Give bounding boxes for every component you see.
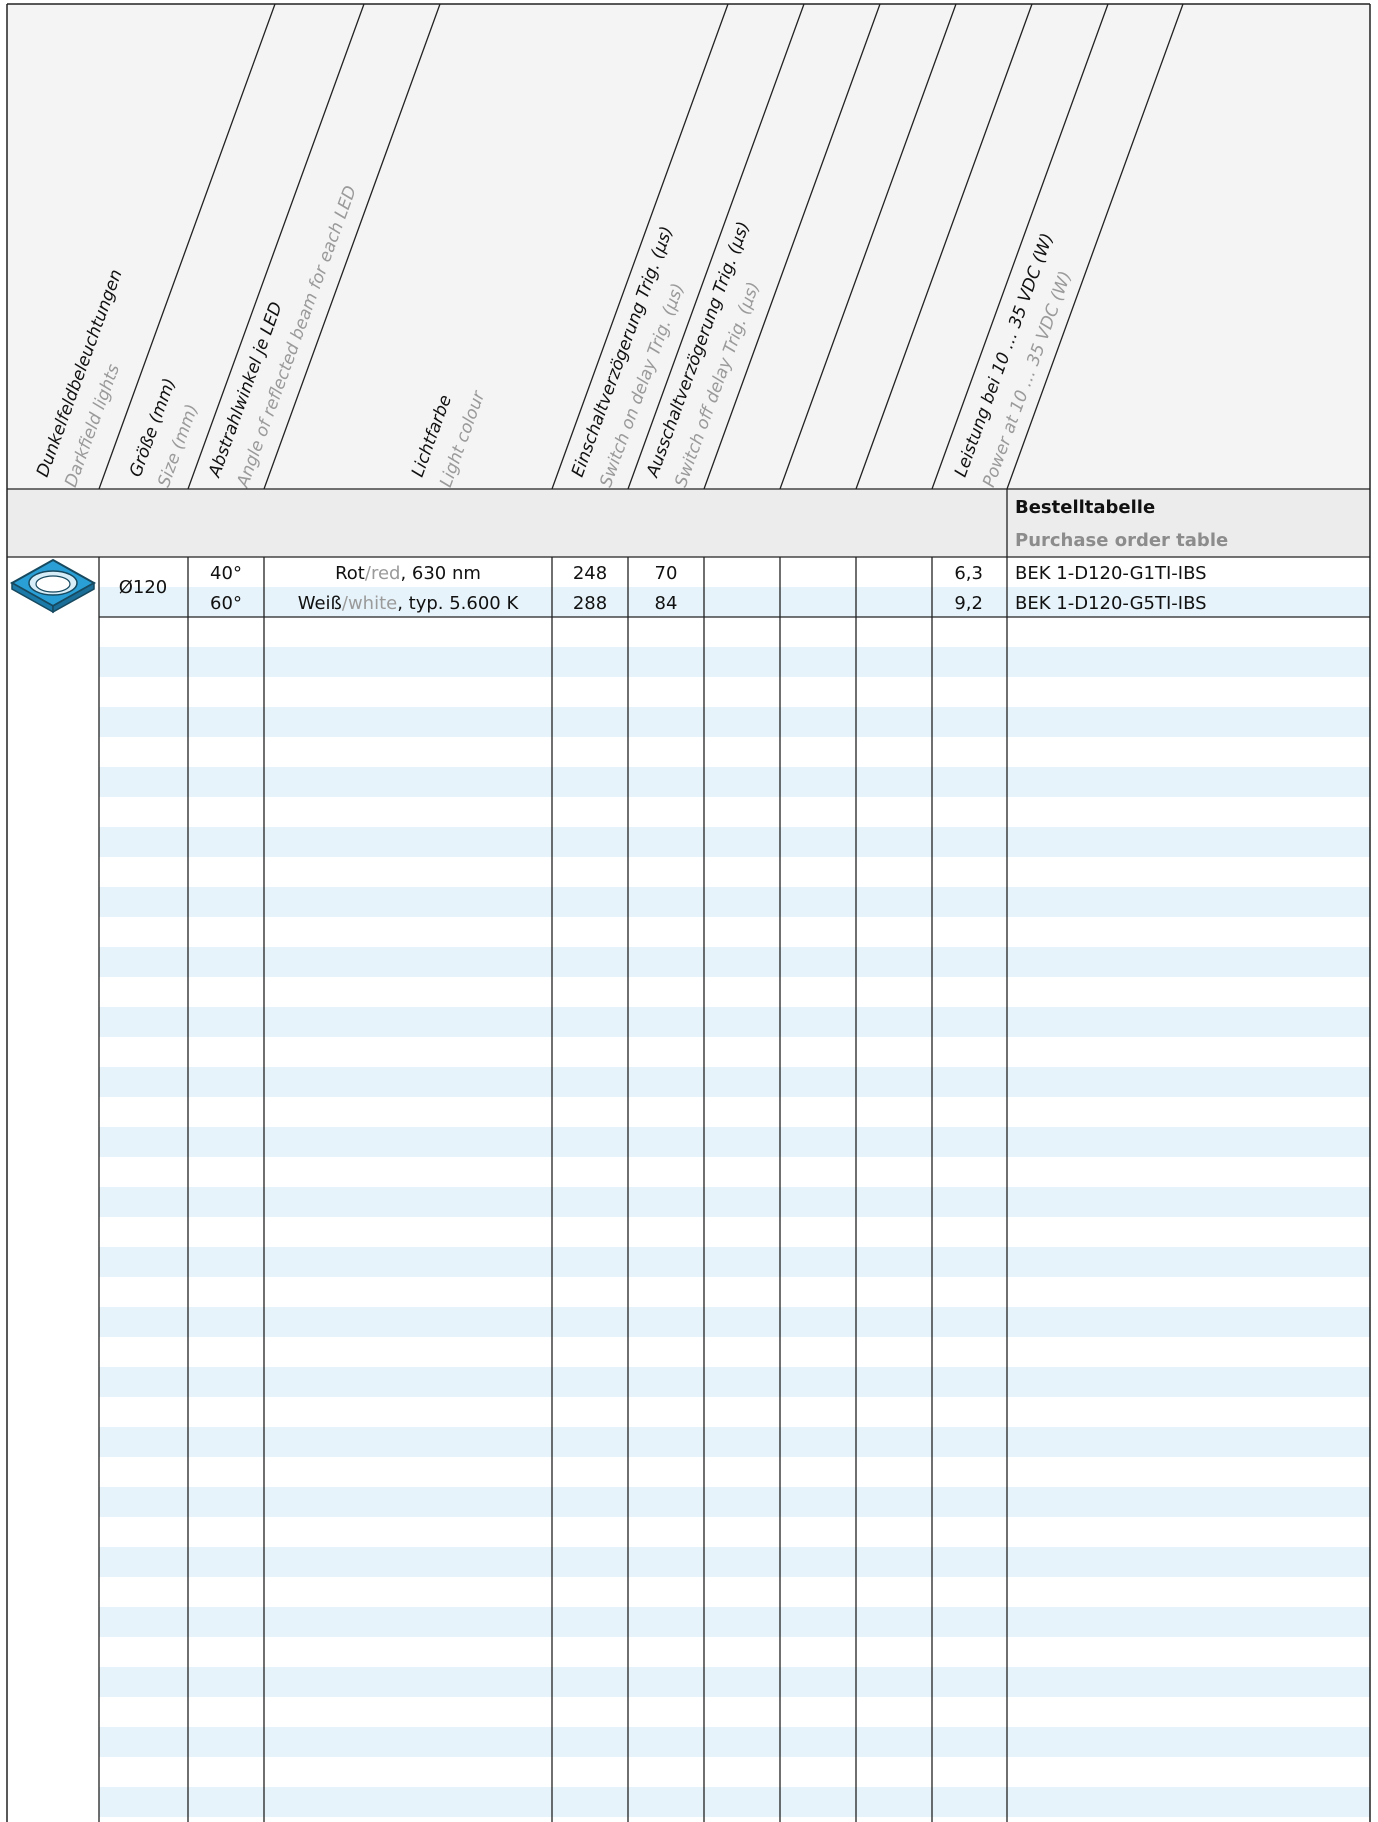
power-value: 9,2: [954, 593, 983, 614]
order-number[interactable]: BEK 1-D120-G5TI-IBS: [1015, 593, 1207, 614]
colour-de: Weiß: [298, 593, 342, 614]
ring-light-icon: [9, 558, 97, 614]
row-stripe: [99, 887, 1370, 917]
order-number[interactable]: BEK 1-D120-G1TI-IBS: [1015, 563, 1207, 584]
on-delay-value: 248: [573, 563, 607, 584]
row-stripe: [99, 1367, 1370, 1397]
order-table-subtitle: Purchase order table: [1015, 530, 1228, 551]
order-table-title: Bestelltabelle: [1015, 497, 1155, 518]
row-stripe: [99, 707, 1370, 737]
colour-value: Weiß/white, typ. 5.600 K: [298, 593, 520, 614]
colour-en: red: [371, 563, 401, 584]
size-value: Ø120: [119, 577, 168, 598]
colour-detail: , typ. 5.600 K: [397, 593, 519, 614]
row-stripe: [99, 827, 1370, 857]
row-stripe: [99, 647, 1370, 677]
row-stripe: [99, 1607, 1370, 1637]
off-delay-value: 70: [655, 563, 678, 584]
off-delay-value: 84: [655, 593, 678, 614]
angle-value: 40°: [210, 563, 242, 584]
header-area: [7, 4, 1370, 489]
row-stripe: [99, 1787, 1370, 1817]
row-stripe: [99, 1067, 1370, 1097]
product-table: Dunkelfeldbeleuchtungen Darkfield lights…: [6, 3, 1371, 1822]
colour-en: white: [348, 593, 397, 614]
row-stripe: [99, 767, 1370, 797]
row-stripe: [99, 1007, 1370, 1037]
row-stripe: [99, 947, 1370, 977]
row-stripe: [99, 1727, 1370, 1757]
row-stripes: [99, 587, 1370, 1817]
row-stripe: [99, 1487, 1370, 1517]
row-stripe: [99, 1127, 1370, 1157]
colour-de: Rot: [335, 563, 365, 584]
row-stripe: [99, 1307, 1370, 1337]
row-stripe: [99, 1187, 1370, 1217]
angle-value: 60°: [210, 593, 242, 614]
row-stripe: [99, 1247, 1370, 1277]
colour-detail: , 630 nm: [400, 563, 480, 584]
row-stripe: [99, 1547, 1370, 1577]
on-delay-value: 288: [573, 593, 607, 614]
row-stripe: [99, 1427, 1370, 1457]
power-value: 6,3: [954, 563, 983, 584]
row-stripe: [99, 1667, 1370, 1697]
colour-value: Rot/red, 630 nm: [335, 563, 481, 584]
